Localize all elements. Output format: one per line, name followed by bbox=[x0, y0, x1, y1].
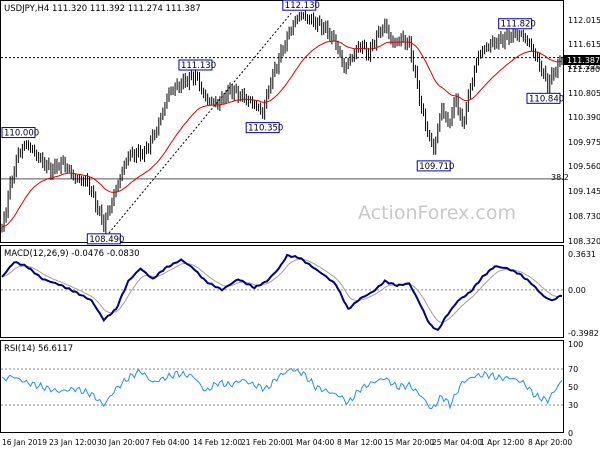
price-tick: 109.560 bbox=[568, 162, 600, 171]
macd-tick: 0.3631 bbox=[568, 250, 596, 259]
rsi-tick: 0 bbox=[568, 429, 573, 438]
annotation: 111.820 bbox=[498, 18, 536, 30]
price-tick: 110.390 bbox=[568, 113, 600, 122]
rsi-axis: 100 70 50 30 0 bbox=[568, 340, 583, 438]
price-tick: 109.145 bbox=[568, 187, 600, 196]
x-tick: 8 Apr 20:00 bbox=[528, 438, 572, 447]
macd-tick: 0.00 bbox=[568, 286, 586, 295]
annotation: 109.710 bbox=[416, 160, 454, 172]
macd-tick: -0.3982 bbox=[568, 329, 599, 338]
x-tick: 1 Apr 12:00 bbox=[480, 438, 524, 447]
price-tick: 110.805 bbox=[568, 89, 600, 98]
price-tick: 108.320 bbox=[568, 237, 600, 246]
chart-svg: ActionForex.com USDJPY,H4 111.320 111.39… bbox=[0, 0, 600, 447]
annotation-text: 110.350 bbox=[248, 124, 283, 134]
watermark: ActionForex.com bbox=[358, 202, 516, 224]
current-price-label: 111.387 bbox=[567, 56, 600, 65]
price-axis: 112.015 111.615 111.220 110.805 110.390 … bbox=[568, 16, 600, 246]
x-axis: 16 Jan 2019 23 Jan 12:00 30 Jan 20:00 7 … bbox=[2, 438, 572, 447]
price-tick: 111.615 bbox=[568, 40, 600, 49]
annotation-text: 110.840 bbox=[529, 94, 564, 104]
rsi-tick: 70 bbox=[568, 365, 578, 374]
x-tick: 1 Mar 04:00 bbox=[289, 438, 335, 447]
price-tick: 112.015 bbox=[568, 16, 600, 25]
chart-root: ActionForex.com USDJPY,H4 111.320 111.39… bbox=[0, 0, 600, 450]
annotation-text: 111.820 bbox=[501, 20, 536, 30]
x-tick: 30 Jan 20:00 bbox=[97, 438, 145, 447]
rsi-tick: 100 bbox=[568, 340, 583, 349]
x-tick: 25 Mar 04:00 bbox=[432, 438, 482, 447]
rsi-label: RSI(14) 56.6117 bbox=[4, 344, 73, 354]
x-tick: 8 Mar 12:00 bbox=[337, 438, 383, 447]
annotation: 108.490 bbox=[86, 233, 124, 245]
x-tick: 23 Jan 12:00 bbox=[49, 438, 97, 447]
annotation: 112.130 bbox=[282, 0, 320, 11]
x-tick: 16 Jan 2019 bbox=[2, 438, 47, 447]
annotation: 110.840 bbox=[526, 92, 564, 104]
annotation-text: 111.130 bbox=[181, 61, 216, 71]
price-tick: 109.975 bbox=[568, 138, 600, 147]
rsi-tick: 30 bbox=[568, 401, 578, 410]
rsi-panel-frame bbox=[0, 340, 564, 433]
x-tick: 21 Feb 20:00 bbox=[241, 438, 290, 447]
symbol-header: USDJPY,H4 111.320 111.392 111.274 111.38… bbox=[4, 4, 201, 14]
annotation-text: 109.710 bbox=[419, 162, 454, 172]
x-tick: 15 Mar 20:00 bbox=[384, 438, 434, 447]
annotation-text: 112.130 bbox=[285, 1, 320, 11]
macd-axis: 0.3631 0.00 -0.3982 bbox=[568, 250, 599, 338]
annotation: 111.130 bbox=[178, 59, 216, 71]
fib-label: 38.2 bbox=[551, 173, 569, 182]
macd-panel-frame bbox=[0, 245, 564, 338]
ma-price-label: 111.280 bbox=[567, 65, 600, 74]
annotation: 110.000 bbox=[1, 127, 39, 139]
annotation-text: 110.000 bbox=[4, 129, 39, 139]
x-tick: 7 Feb 04:00 bbox=[145, 438, 190, 447]
macd-label: MACD(12,26,9) -0.0476 -0.0830 bbox=[4, 249, 140, 259]
annotation-text: 108.490 bbox=[89, 235, 124, 245]
rsi-tick: 50 bbox=[568, 383, 578, 392]
annotation: 110.350 bbox=[245, 122, 283, 134]
x-tick: 14 Feb 12:00 bbox=[193, 438, 242, 447]
price-tick: 108.730 bbox=[568, 212, 600, 221]
